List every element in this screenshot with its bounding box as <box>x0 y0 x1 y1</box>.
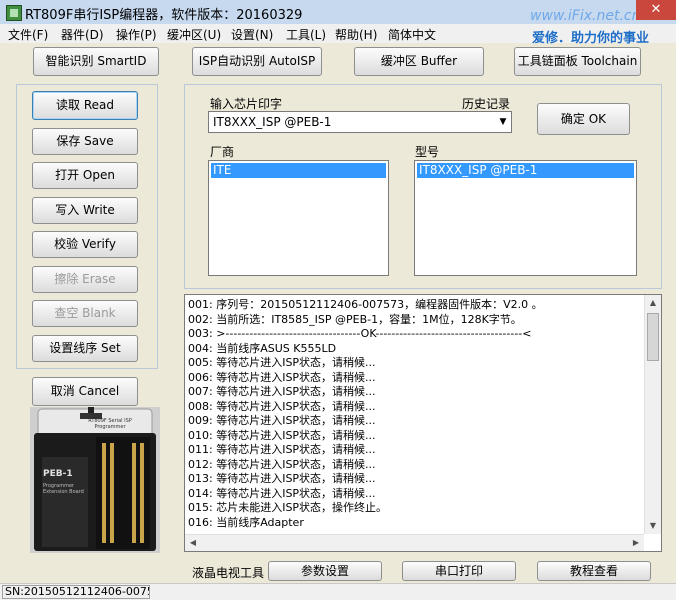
vendor-list-item[interactable]: ITE <box>211 163 386 178</box>
model-label: 型号 <box>415 145 440 159</box>
smartid-button[interactable]: 智能识别 SmartID <box>33 47 159 76</box>
log-line: 001: 序列号：20150512112406-007573，编程器固件版本：V… <box>188 298 543 311</box>
menu-tools[interactable]: 工具(L) <box>286 26 326 43</box>
menu-device[interactable]: 器件(D) <box>61 26 104 43</box>
log-line: 009: 等待芯片进入ISP状态，请稍候... <box>188 414 376 427</box>
title-bar: RT809F串行ISP编程器，软件版本：20160329 www.iFix.ne… <box>0 0 676 24</box>
log-line: 006: 等待芯片进入ISP状态，请稍候... <box>188 370 376 384</box>
log-line: 016: 当前线序Adapter <box>188 515 304 529</box>
chip-input-label: 输入芯片印字 <box>210 97 283 111</box>
log-line: 003: >----------------------------------… <box>188 327 532 340</box>
status-bar: SN:20150512112406-0075 <box>0 583 676 600</box>
close-icon: ✕ <box>650 2 662 17</box>
log-line: 010: 等待芯片进入ISP状态，请稍候... <box>188 428 376 442</box>
watermark-url: www.iFix.net.cn <box>530 8 641 24</box>
vendor-list[interactable]: ITE <box>208 160 389 276</box>
log-line: 008: 等待芯片进入ISP状态，请稍候... <box>188 399 376 413</box>
log-line: 002: 当前所选：IT8585_ISP @PEB-1，容量：1M位，128K字… <box>188 312 522 326</box>
history-label: 历史记录 <box>462 97 511 111</box>
log-line: 012: 等待芯片进入ISP状态，请稍候... <box>188 457 376 471</box>
chip-input-combo[interactable]: IT8XXX_ISP @PEB-1 ▼ <box>208 111 512 133</box>
programmer-photo: RT809F Serial ISP Programmer PEB-1 Progr… <box>30 407 160 553</box>
verify-button[interactable]: 校验 Verify <box>32 231 138 258</box>
read-button[interactable]: 读取 Read <box>32 91 138 120</box>
scroll-right-icon[interactable]: ▶ <box>628 535 644 551</box>
menu-buffer[interactable]: 缓冲区(U) <box>167 26 221 43</box>
chip-input-value: IT8XXX_ISP @PEB-1 <box>213 115 332 129</box>
log-vertical-scrollbar[interactable]: ▲ ▼ <box>644 295 661 534</box>
chevron-down-icon[interactable]: ▼ <box>495 112 511 132</box>
vendor-label: 厂商 <box>210 145 235 159</box>
log-line: 004: 当前线序ASUS K555LD <box>188 341 337 355</box>
model-list[interactable]: IT8XXX_ISP @PEB-1 <box>414 160 637 276</box>
write-button[interactable]: 写入 Write <box>32 197 138 224</box>
serial-print-button[interactable]: 串口打印 <box>402 561 516 581</box>
autoisp-button[interactable]: ISP自动识别 AutoISP <box>192 47 322 76</box>
device-brand-text: RT809F Serial ISP Programmer <box>88 418 132 430</box>
tutorial-button[interactable]: 教程查看 <box>537 561 651 581</box>
menu-operation[interactable]: 操作(P) <box>116 26 157 43</box>
log-horizontal-scrollbar[interactable]: ◀ ▶ <box>185 534 644 551</box>
log-line: 011: 等待芯片进入ISP状态，请稍候... <box>188 443 376 456</box>
param-settings-button[interactable]: 参数设置 <box>268 561 382 581</box>
toolchain-button[interactable]: 工具链面板 Toolchain <box>514 47 641 76</box>
menu-settings[interactable]: 设置(N) <box>231 26 273 43</box>
menu-file[interactable]: 文件(F) <box>8 26 48 43</box>
blank-button[interactable]: 查空 Blank <box>32 300 138 327</box>
device-board-label: PEB-1 <box>43 469 73 479</box>
app-icon <box>6 5 22 21</box>
set-pinout-button[interactable]: 设置线序 Set <box>32 335 138 362</box>
menu-help[interactable]: 帮助(H) <box>335 26 377 43</box>
serial-number: SN:20150512112406-0075 <box>2 585 150 599</box>
buffer-button[interactable]: 缓冲区 Buffer <box>354 47 484 76</box>
log-line: 007: 等待芯片进入ISP状态，请稍候... <box>188 385 376 398</box>
save-button[interactable]: 保存 Save <box>32 128 138 155</box>
scroll-down-icon[interactable]: ▼ <box>645 518 661 534</box>
open-button[interactable]: 打开 Open <box>32 162 138 189</box>
scroll-left-icon[interactable]: ◀ <box>185 535 201 551</box>
ok-button[interactable]: 确定 OK <box>537 103 630 135</box>
log-line: 013: 等待芯片进入ISP状态，请稍候... <box>188 472 376 485</box>
close-button[interactable]: ✕ <box>636 0 676 20</box>
device-board-sub: Programmer Extension Board <box>43 483 84 495</box>
log-line: 005: 等待芯片进入ISP状态，请稍候... <box>188 356 376 369</box>
watermark-slogan: 爱修．助力你的事业 <box>532 31 650 46</box>
lcd-tools-label: 液晶电视工具 <box>192 566 265 580</box>
scroll-up-icon[interactable]: ▲ <box>645 295 661 311</box>
log-line: 015: 芯片未能进入ISP状态，操作终止。 <box>188 501 388 514</box>
menu-language[interactable]: 简体中文 <box>388 26 436 43</box>
model-list-item[interactable]: IT8XXX_ISP @PEB-1 <box>417 163 634 178</box>
log-line: 014: 等待芯片进入ISP状态，请稍候... <box>188 486 376 500</box>
cancel-button[interactable]: 取消 Cancel <box>32 377 138 406</box>
window-title: RT809F串行ISP编程器，软件版本：20160329 <box>25 8 303 23</box>
log-output[interactable]: 001: 序列号：20150512112406-007573，编程器固件版本：V… <box>184 294 662 552</box>
erase-button[interactable]: 擦除 Erase <box>32 266 138 293</box>
scroll-thumb[interactable] <box>647 313 659 361</box>
